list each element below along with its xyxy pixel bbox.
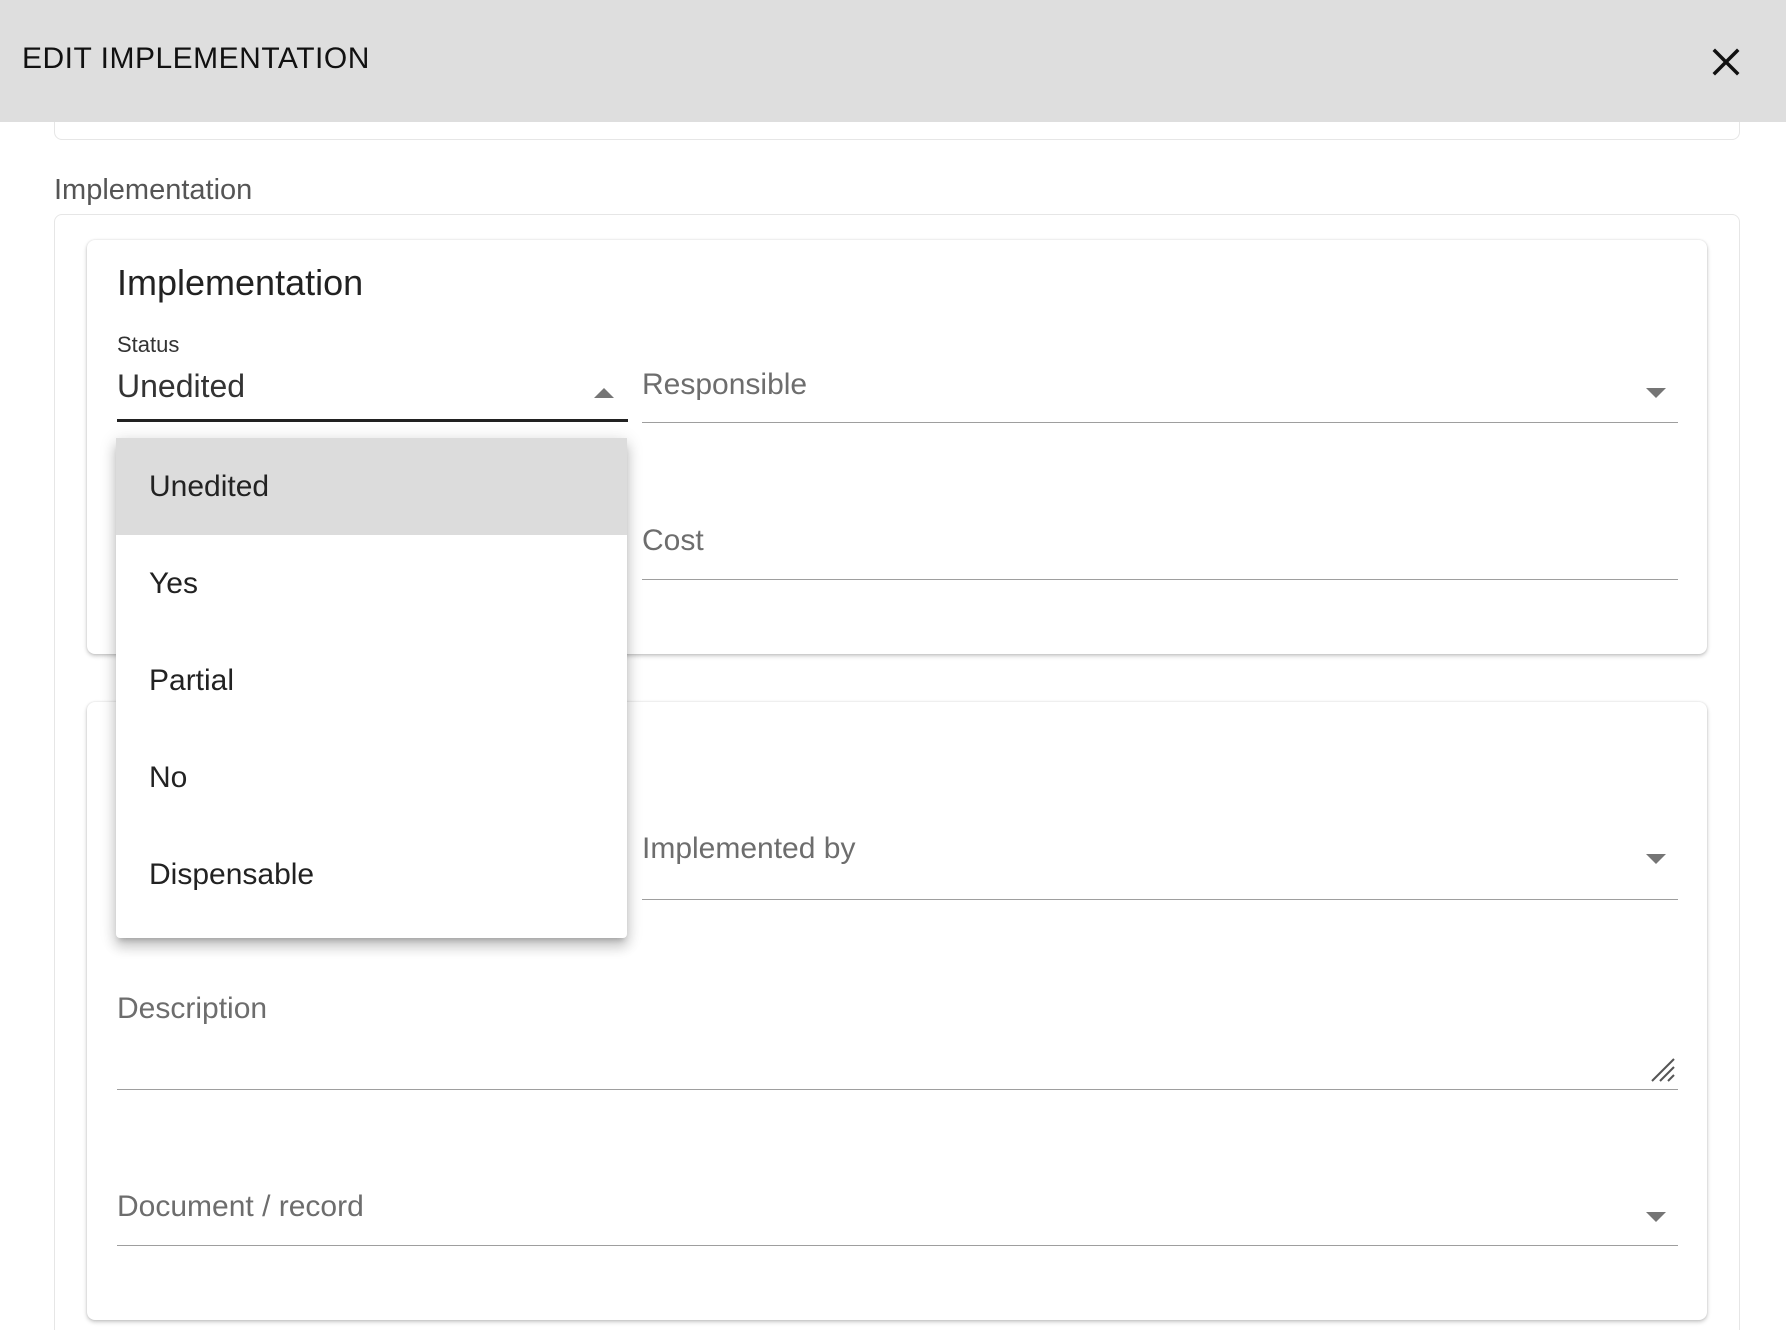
edit-implementation-dialog: Implementation Implementation Status Une…	[0, 0, 1786, 1330]
chevron-down-icon	[1646, 388, 1666, 398]
dialog-title-initial: E	[22, 42, 43, 75]
caret-up-icon	[594, 388, 614, 398]
status-label: Status	[117, 332, 180, 357]
cost-label: Cost	[642, 524, 704, 557]
cost-input[interactable]: Cost	[642, 500, 1678, 580]
close-icon	[1712, 48, 1740, 76]
status-select[interactable]: Status Unedited	[117, 332, 628, 422]
status-option-yes[interactable]: Yes	[116, 535, 627, 632]
chevron-down-icon	[1646, 854, 1666, 864]
implemented-by-label: Implemented by	[642, 832, 856, 865]
implementation-card-title: Implementation	[117, 262, 364, 303]
description-underline	[117, 1089, 1678, 1090]
dialog-title: EDIT IMPLEMENTATION	[22, 42, 370, 76]
responsible-select[interactable]: Responsible	[642, 332, 1678, 423]
document-record-select[interactable]: Document / record	[117, 1180, 1678, 1246]
dialog-title-rest: DIT IMPLEMENTATION	[42, 42, 370, 75]
resize-handle-icon[interactable]	[1648, 1055, 1676, 1088]
status-option-no[interactable]: No	[116, 729, 627, 826]
description-textarea[interactable]: Description	[117, 982, 1678, 1090]
responsible-underline	[642, 422, 1678, 423]
section-label: Implementation	[54, 174, 253, 206]
responsible-label: Responsible	[642, 368, 808, 401]
implemented-by-select[interactable]: Implemented by	[642, 820, 1678, 900]
description-label: Description	[117, 992, 268, 1025]
document-record-label: Document / record	[117, 1190, 364, 1223]
dialog-title-bar: EDIT IMPLEMENTATION	[0, 0, 1786, 122]
status-option-partial[interactable]: Partial	[116, 632, 627, 729]
dialog-content: Implementation Implementation Status Une…	[0, 0, 1786, 1330]
status-option-dispensable[interactable]: Dispensable	[116, 826, 627, 923]
status-underline	[117, 419, 628, 422]
implemented-by-underline	[642, 899, 1678, 900]
status-dropdown-menu: Unedited Yes Partial No Dispensable	[116, 438, 627, 938]
status-option-unedited[interactable]: Unedited	[116, 438, 627, 535]
document-record-underline	[117, 1245, 1678, 1246]
cost-underline	[642, 579, 1678, 580]
chevron-down-icon	[1646, 1212, 1666, 1222]
status-value: Unedited	[117, 368, 246, 404]
close-button[interactable]	[1700, 36, 1752, 88]
